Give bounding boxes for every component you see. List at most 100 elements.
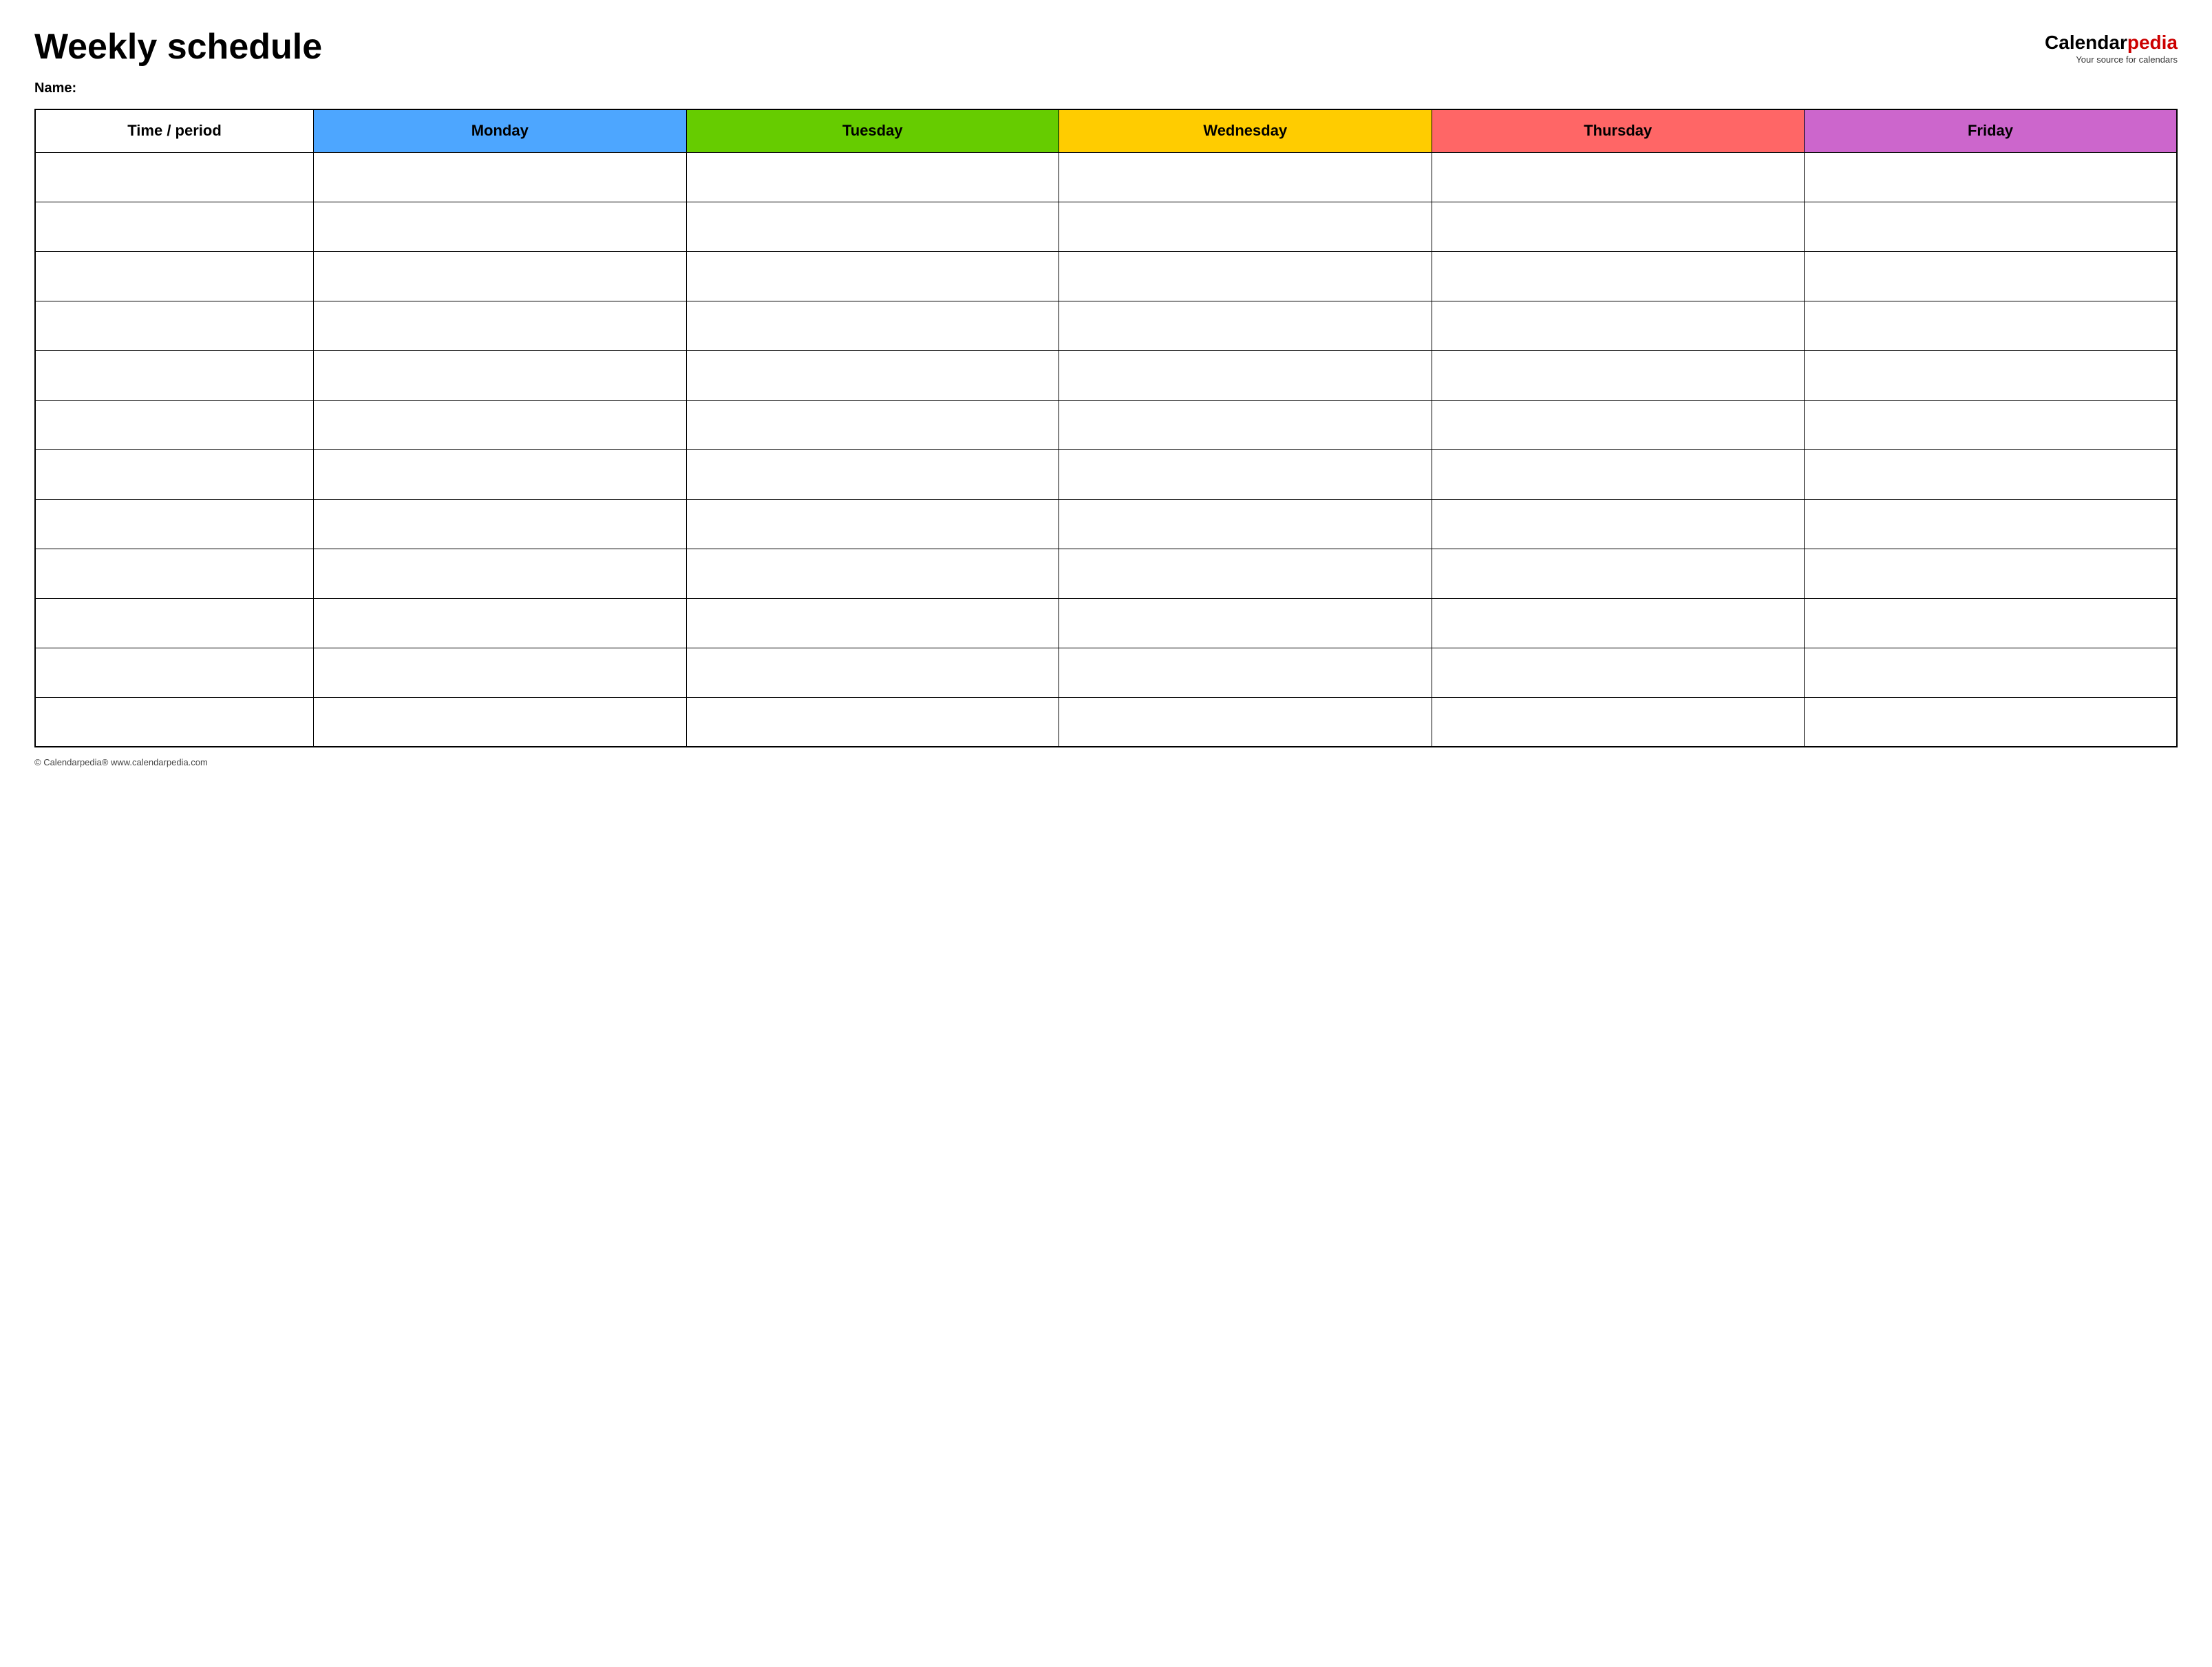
cell-row0-col4[interactable] xyxy=(1432,152,1804,202)
cell-row6-col2[interactable] xyxy=(686,449,1059,499)
footer-copyright: © Calendarpedia® www.calendarpedia.com xyxy=(34,757,2178,767)
table-row xyxy=(35,350,2177,400)
cell-row3-col5[interactable] xyxy=(1804,301,2177,350)
table-row xyxy=(35,152,2177,202)
cell-row5-col5[interactable] xyxy=(1804,400,2177,449)
cell-row8-col5[interactable] xyxy=(1804,549,2177,598)
cell-row7-col5[interactable] xyxy=(1804,499,2177,549)
cell-row11-col3[interactable] xyxy=(1059,697,1432,747)
cell-row1-col4[interactable] xyxy=(1432,202,1804,251)
cell-row7-col4[interactable] xyxy=(1432,499,1804,549)
table-row xyxy=(35,499,2177,549)
col-header-time: Time / period xyxy=(35,109,314,152)
cell-row0-col2[interactable] xyxy=(686,152,1059,202)
logo-calendar-part: Calendar xyxy=(2045,32,2127,53)
cell-row4-col3[interactable] xyxy=(1059,350,1432,400)
cell-row10-col0[interactable] xyxy=(35,648,314,697)
cell-row4-col5[interactable] xyxy=(1804,350,2177,400)
cell-row2-col0[interactable] xyxy=(35,251,314,301)
cell-row11-col4[interactable] xyxy=(1432,697,1804,747)
cell-row0-col3[interactable] xyxy=(1059,152,1432,202)
cell-row9-col5[interactable] xyxy=(1804,598,2177,648)
cell-row4-col1[interactable] xyxy=(314,350,686,400)
cell-row6-col5[interactable] xyxy=(1804,449,2177,499)
table-row xyxy=(35,598,2177,648)
cell-row9-col4[interactable] xyxy=(1432,598,1804,648)
logo-container: Calendarpedia Your source for calendars xyxy=(2045,31,2178,65)
cell-row6-col3[interactable] xyxy=(1059,449,1432,499)
cell-row0-col0[interactable] xyxy=(35,152,314,202)
cell-row10-col2[interactable] xyxy=(686,648,1059,697)
cell-row3-col1[interactable] xyxy=(314,301,686,350)
cell-row10-col5[interactable] xyxy=(1804,648,2177,697)
logo-pedia-part: pedia xyxy=(2127,32,2178,53)
cell-row5-col0[interactable] xyxy=(35,400,314,449)
col-header-friday: Friday xyxy=(1804,109,2177,152)
cell-row3-col2[interactable] xyxy=(686,301,1059,350)
cell-row9-col3[interactable] xyxy=(1059,598,1432,648)
logo-tagline: Your source for calendars xyxy=(2076,54,2178,65)
cell-row0-col1[interactable] xyxy=(314,152,686,202)
cell-row6-col1[interactable] xyxy=(314,449,686,499)
cell-row7-col2[interactable] xyxy=(686,499,1059,549)
cell-row9-col1[interactable] xyxy=(314,598,686,648)
table-row xyxy=(35,251,2177,301)
cell-row1-col0[interactable] xyxy=(35,202,314,251)
cell-row1-col2[interactable] xyxy=(686,202,1059,251)
cell-row9-col2[interactable] xyxy=(686,598,1059,648)
col-header-tuesday: Tuesday xyxy=(686,109,1059,152)
cell-row2-col5[interactable] xyxy=(1804,251,2177,301)
cell-row6-col0[interactable] xyxy=(35,449,314,499)
table-row xyxy=(35,449,2177,499)
cell-row6-col4[interactable] xyxy=(1432,449,1804,499)
table-header-row: Time / period Monday Tuesday Wednesday T… xyxy=(35,109,2177,152)
cell-row0-col5[interactable] xyxy=(1804,152,2177,202)
cell-row11-col5[interactable] xyxy=(1804,697,2177,747)
schedule-body xyxy=(35,152,2177,747)
cell-row4-col2[interactable] xyxy=(686,350,1059,400)
cell-row4-col4[interactable] xyxy=(1432,350,1804,400)
table-row xyxy=(35,202,2177,251)
table-row xyxy=(35,301,2177,350)
table-row xyxy=(35,549,2177,598)
cell-row8-col1[interactable] xyxy=(314,549,686,598)
cell-row10-col3[interactable] xyxy=(1059,648,1432,697)
cell-row5-col4[interactable] xyxy=(1432,400,1804,449)
cell-row10-col1[interactable] xyxy=(314,648,686,697)
cell-row5-col2[interactable] xyxy=(686,400,1059,449)
page-title: Weekly schedule xyxy=(34,28,322,67)
cell-row11-col2[interactable] xyxy=(686,697,1059,747)
table-row xyxy=(35,697,2177,747)
cell-row7-col3[interactable] xyxy=(1059,499,1432,549)
cell-row11-col1[interactable] xyxy=(314,697,686,747)
logo-text: Calendarpedia xyxy=(2045,31,2178,54)
cell-row5-col1[interactable] xyxy=(314,400,686,449)
cell-row4-col0[interactable] xyxy=(35,350,314,400)
name-label: Name: xyxy=(34,81,2178,96)
cell-row2-col1[interactable] xyxy=(314,251,686,301)
cell-row10-col4[interactable] xyxy=(1432,648,1804,697)
cell-row9-col0[interactable] xyxy=(35,598,314,648)
cell-row1-col3[interactable] xyxy=(1059,202,1432,251)
col-header-wednesday: Wednesday xyxy=(1059,109,1432,152)
cell-row3-col0[interactable] xyxy=(35,301,314,350)
cell-row8-col3[interactable] xyxy=(1059,549,1432,598)
cell-row2-col3[interactable] xyxy=(1059,251,1432,301)
cell-row1-col5[interactable] xyxy=(1804,202,2177,251)
cell-row7-col1[interactable] xyxy=(314,499,686,549)
col-header-thursday: Thursday xyxy=(1432,109,1804,152)
cell-row11-col0[interactable] xyxy=(35,697,314,747)
cell-row3-col4[interactable] xyxy=(1432,301,1804,350)
cell-row2-col4[interactable] xyxy=(1432,251,1804,301)
schedule-table: Time / period Monday Tuesday Wednesday T… xyxy=(34,109,2178,747)
table-row xyxy=(35,400,2177,449)
cell-row7-col0[interactable] xyxy=(35,499,314,549)
cell-row1-col1[interactable] xyxy=(314,202,686,251)
cell-row5-col3[interactable] xyxy=(1059,400,1432,449)
cell-row8-col4[interactable] xyxy=(1432,549,1804,598)
cell-row8-col0[interactable] xyxy=(35,549,314,598)
cell-row2-col2[interactable] xyxy=(686,251,1059,301)
cell-row3-col3[interactable] xyxy=(1059,301,1432,350)
cell-row8-col2[interactable] xyxy=(686,549,1059,598)
page-header: Weekly schedule Calendarpedia Your sourc… xyxy=(34,28,2178,67)
